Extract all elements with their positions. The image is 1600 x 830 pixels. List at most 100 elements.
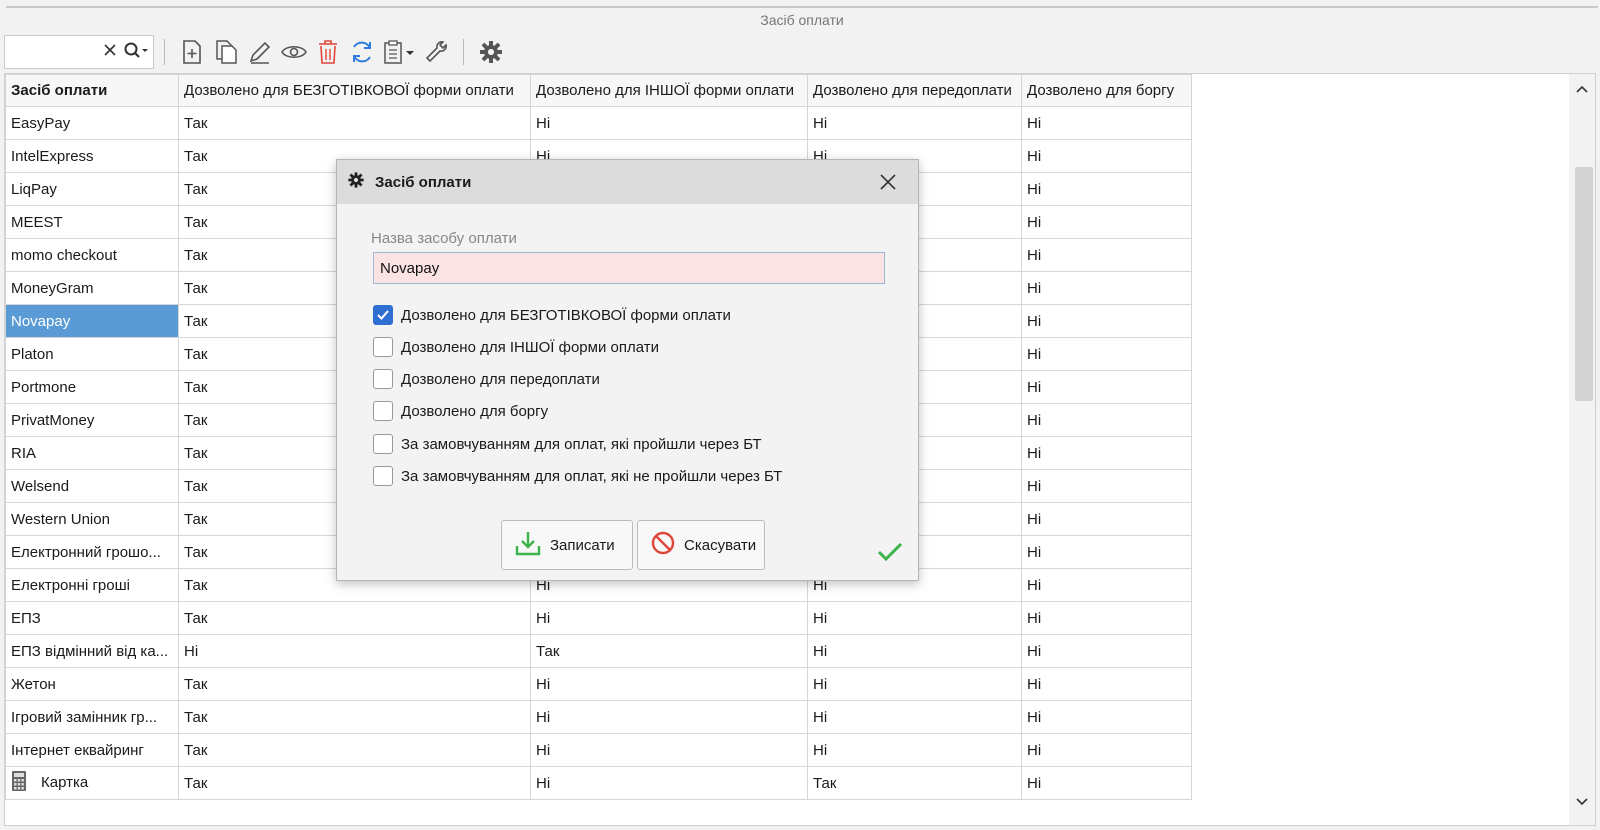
column-header[interactable]: Дозволено для передоплати [807, 74, 1022, 107]
column-header[interactable]: Дозволено для ІНШОЇ форми оплати [530, 74, 808, 107]
table-cell[interactable]: Ні [1021, 766, 1192, 800]
table-cell[interactable]: Ні [807, 634, 1022, 668]
table-row[interactable]: ЕПЗ відмінний від ка... Ні Так Ні Ні [5, 634, 1192, 668]
table-cell[interactable]: Ні [1021, 238, 1192, 272]
table-cell[interactable]: Так [178, 700, 531, 734]
checkbox[interactable] [373, 434, 393, 454]
payment-method-name-cell[interactable]: LiqPay [5, 172, 179, 206]
table-cell[interactable]: Ні [1021, 436, 1192, 470]
payment-method-name-cell[interactable]: Картка [5, 766, 179, 800]
table-cell[interactable]: Ні [1021, 370, 1192, 404]
table-cell[interactable]: Ні [1021, 568, 1192, 602]
search-box[interactable] [4, 35, 154, 69]
cancel-button[interactable]: Скасувати [637, 520, 765, 570]
payment-method-name-cell[interactable]: IntelExpress [5, 139, 179, 173]
delete-trash-icon[interactable] [311, 35, 345, 69]
payment-method-name-cell[interactable]: Електронний грошо... [5, 535, 179, 569]
payment-method-name-cell[interactable]: Novapay [5, 304, 179, 338]
checkbox-option[interactable]: Дозволено для ІНШОЇ форми оплати [373, 337, 659, 357]
table-cell[interactable]: Так [178, 106, 531, 140]
settings-gear-icon[interactable] [474, 35, 508, 69]
save-button[interactable]: Записати [501, 520, 633, 570]
table-cell[interactable]: Ні [1021, 469, 1192, 503]
payment-method-name-cell[interactable]: ЕПЗ відмінний від ка... [5, 634, 179, 668]
scroll-up-icon[interactable] [1573, 80, 1591, 98]
scroll-down-icon[interactable] [1573, 793, 1591, 811]
table-cell[interactable]: Так [178, 601, 531, 635]
close-icon[interactable] [876, 170, 900, 194]
table-cell[interactable]: Ні [1021, 139, 1192, 173]
table-cell[interactable]: Ні [530, 766, 808, 800]
payment-method-name-cell[interactable]: MEEST [5, 205, 179, 239]
add-document-icon[interactable] [175, 35, 209, 69]
view-eye-icon[interactable] [277, 35, 311, 69]
table-row[interactable]: Ігровий замінник гр... Так Ні Ні Ні [5, 700, 1192, 734]
table-cell[interactable]: Ні [1021, 601, 1192, 635]
vertical-scrollbar[interactable] [1569, 74, 1595, 825]
scroll-thumb[interactable] [1575, 167, 1593, 401]
checkbox-option[interactable]: Дозволено для боргу [373, 401, 548, 421]
table-cell[interactable]: Ні [530, 667, 808, 701]
table-cell[interactable]: Ні [1021, 535, 1192, 569]
table-cell[interactable]: Ні [1021, 205, 1192, 239]
table-cell[interactable]: Так [530, 634, 808, 668]
search-icon[interactable] [123, 41, 149, 63]
table-row[interactable]: Картка Так Ні Так Ні [5, 766, 1192, 800]
checkbox-option[interactable]: За замовчуванням для оплат, які не пройш… [373, 466, 782, 486]
payment-method-name-cell[interactable]: Електронні гроші [5, 568, 179, 602]
table-cell[interactable]: Ні [1021, 337, 1192, 371]
table-cell[interactable]: Так [807, 766, 1022, 800]
table-cell[interactable]: Ні [1021, 667, 1192, 701]
table-cell[interactable]: Ні [1021, 271, 1192, 305]
clear-icon[interactable] [103, 43, 117, 61]
payment-method-name-input[interactable] [373, 252, 885, 284]
column-header[interactable]: Дозволено для БЕЗГОТІВКОВОЇ форми оплати [178, 74, 531, 107]
payment-method-name-cell[interactable]: Platon [5, 337, 179, 371]
table-cell[interactable]: Ні [807, 601, 1022, 635]
table-cell[interactable]: Ні [1021, 502, 1192, 536]
payment-method-name-cell[interactable]: MoneyGram [5, 271, 179, 305]
checkbox-option[interactable]: За замовчуванням для оплат, які пройшли … [373, 434, 762, 454]
table-cell[interactable]: Так [178, 766, 531, 800]
payment-method-name-cell[interactable]: Ігровий замінник гр... [5, 700, 179, 734]
payment-method-name-cell[interactable]: ЕПЗ [5, 601, 179, 635]
table-cell[interactable]: Ні [1021, 304, 1192, 338]
table-cell[interactable]: Ні [1021, 634, 1192, 668]
column-header[interactable]: Дозволено для боргу [1021, 74, 1192, 107]
table-cell[interactable]: Ні [530, 700, 808, 734]
table-cell[interactable]: Ні [530, 106, 808, 140]
table-cell[interactable]: Ні [807, 700, 1022, 734]
table-cell[interactable]: Так [178, 667, 531, 701]
payment-method-name-cell[interactable]: Жетон [5, 667, 179, 701]
table-row[interactable]: ЕПЗ Так Ні Ні Ні [5, 601, 1192, 635]
table-cell[interactable]: Ні [1021, 700, 1192, 734]
payment-method-name-cell[interactable]: RIA [5, 436, 179, 470]
table-row[interactable]: Жетон Так Ні Ні Ні [5, 667, 1192, 701]
table-cell[interactable]: Ні [807, 106, 1022, 140]
table-cell[interactable]: Ні [1021, 403, 1192, 437]
table-cell[interactable]: Так [178, 733, 531, 767]
checkbox[interactable] [373, 337, 393, 357]
table-cell[interactable]: Ні [530, 733, 808, 767]
payment-method-name-cell[interactable]: Portmone [5, 370, 179, 404]
payment-method-name-cell[interactable]: Інтернет еквайринг [5, 733, 179, 767]
checkbox[interactable] [373, 401, 393, 421]
refresh-icon[interactable] [345, 35, 379, 69]
checkbox-checked[interactable] [373, 305, 393, 325]
table-cell[interactable]: Ні [1021, 733, 1192, 767]
checkbox[interactable] [373, 466, 393, 486]
clipboard-icon[interactable] [379, 35, 419, 69]
table-row[interactable]: EasyPay Так Ні Ні Ні [5, 106, 1192, 140]
payment-method-name-cell[interactable]: EasyPay [5, 106, 179, 140]
column-header[interactable]: Засіб оплати [5, 74, 179, 107]
edit-pencil-icon[interactable] [243, 35, 277, 69]
copy-icon[interactable] [209, 35, 243, 69]
payment-method-name-cell[interactable]: PrivatMoney [5, 403, 179, 437]
table-cell[interactable]: Ні [1021, 106, 1192, 140]
payment-method-name-cell[interactable]: Welsend [5, 469, 179, 503]
table-cell[interactable]: Ні [807, 667, 1022, 701]
payment-method-name-cell[interactable]: momo checkout [5, 238, 179, 272]
tools-wrench-icon[interactable] [419, 35, 453, 69]
table-cell[interactable]: Ні [530, 601, 808, 635]
table-cell[interactable]: Ні [178, 634, 531, 668]
